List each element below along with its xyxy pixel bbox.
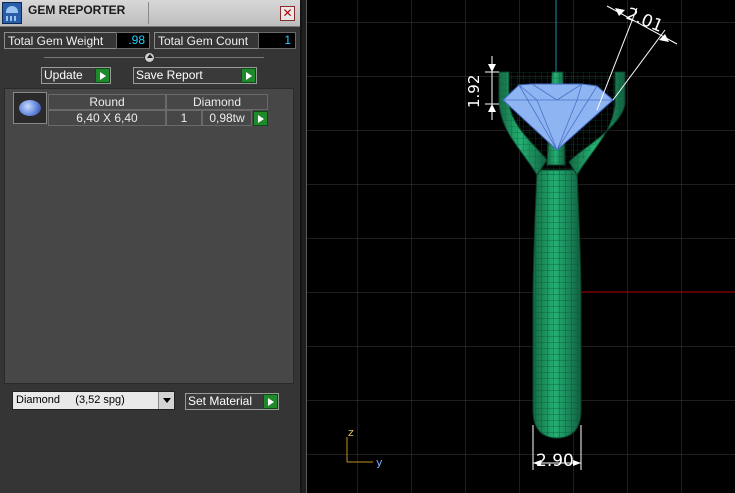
panel-title: GEM REPORTER	[28, 3, 126, 17]
save-report-button[interactable]: Save Report	[133, 67, 257, 84]
save-report-button-label: Save Report	[136, 68, 203, 82]
axis-y-label: y	[376, 456, 383, 469]
set-material-play-icon[interactable]	[263, 394, 278, 409]
total-count-label: Total Gem Count	[158, 34, 249, 48]
gem-reporter-app-icon	[2, 2, 22, 24]
total-weight-label: Total Gem Weight	[8, 34, 104, 48]
update-button-label: Update	[44, 68, 83, 82]
material-select[interactable]: Diamond (3,52 spg)	[12, 391, 175, 410]
update-play-icon[interactable]	[95, 68, 110, 83]
gem-material: Diamond	[166, 94, 268, 110]
collapse-handle[interactable]	[144, 52, 155, 63]
round-diamond-icon	[13, 92, 47, 124]
gem-row[interactable]: Round Diamond 6,40 X 6,40 1 0,98tw	[5, 89, 293, 129]
total-weight-value: .98	[116, 32, 150, 49]
panel-titlebar: GEM REPORTER ✕	[0, 0, 300, 27]
material-select-value: Diamond (3,52 spg)	[16, 394, 125, 406]
shank-width-value: 2.90	[536, 451, 574, 471]
titlebar-divider	[148, 2, 149, 24]
axis-z-label: z	[348, 426, 354, 439]
gem-size: 6,40 X 6,40	[48, 110, 166, 126]
close-button[interactable]: ✕	[280, 6, 295, 21]
prong-height-value: 1.92	[465, 75, 483, 108]
3d-viewport[interactable]: 1.92 2.01 2.90 z y	[306, 0, 735, 493]
set-material-button-label: Set Material	[188, 394, 253, 408]
gem-list: Round Diamond 6,40 X 6,40 1 0,98tw	[4, 88, 294, 384]
save-report-play-icon[interactable]	[241, 68, 256, 83]
gem-shape: Round	[48, 94, 166, 110]
gem-count: 1	[166, 110, 202, 126]
gem-row-play-icon[interactable]	[253, 111, 268, 126]
gem-reporter-panel: GEM REPORTER ✕ Total Gem Weight .98 Tota…	[0, 0, 302, 493]
viewport-canvas: 1.92 2.01 2.90 z y	[307, 0, 735, 493]
chevron-down-icon[interactable]	[158, 392, 174, 409]
total-count-value: 1	[258, 32, 296, 49]
gem-weight: 0,98tw	[202, 110, 252, 126]
